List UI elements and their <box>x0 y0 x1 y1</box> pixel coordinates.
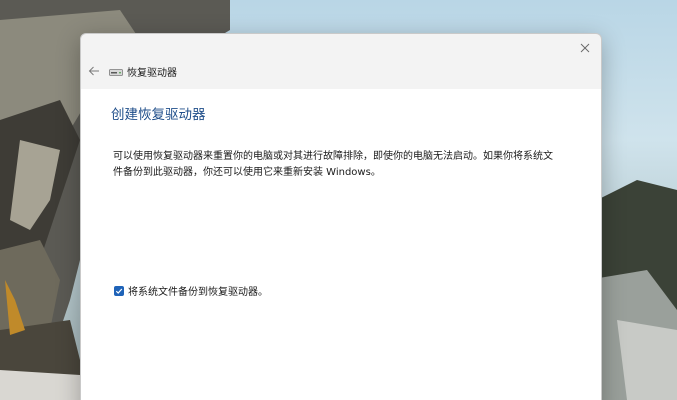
window-title: 恢复驱动器 <box>127 68 177 79</box>
backup-system-files-checkbox[interactable] <box>114 285 124 296</box>
desktop-background: 恢复驱动器 创建恢复驱动器 可以使用恢复驱动器来重置你的电脑或对其进行故障排除，… <box>0 0 677 400</box>
description-text: 可以使用恢复驱动器来重置你的电脑或对其进行故障排除，即使你的电脑无法启动。如果你… <box>113 151 553 178</box>
close-icon <box>580 43 590 53</box>
close-button[interactable] <box>574 37 596 59</box>
window-title-bar: 恢复驱动器 <box>109 64 177 79</box>
checkmark-icon <box>115 288 123 294</box>
back-arrow-icon <box>88 66 99 76</box>
page-heading: 创建恢复驱动器 <box>111 107 206 123</box>
backup-system-files-label[interactable]: 将系统文件备份到恢复驱动器。 <box>128 283 268 298</box>
recovery-drive-dialog: 恢复驱动器 创建恢复驱动器 可以使用恢复驱动器来重置你的电脑或对其进行故障排除，… <box>80 33 602 400</box>
backup-system-files-option[interactable]: 将系统文件备份到恢复驱动器。 <box>114 283 268 298</box>
drive-icon <box>109 68 123 76</box>
back-button[interactable] <box>85 62 103 80</box>
dialog-content: 创建恢复驱动器 可以使用恢复驱动器来重置你的电脑或对其进行故障排除，即使你的电脑… <box>81 89 601 400</box>
